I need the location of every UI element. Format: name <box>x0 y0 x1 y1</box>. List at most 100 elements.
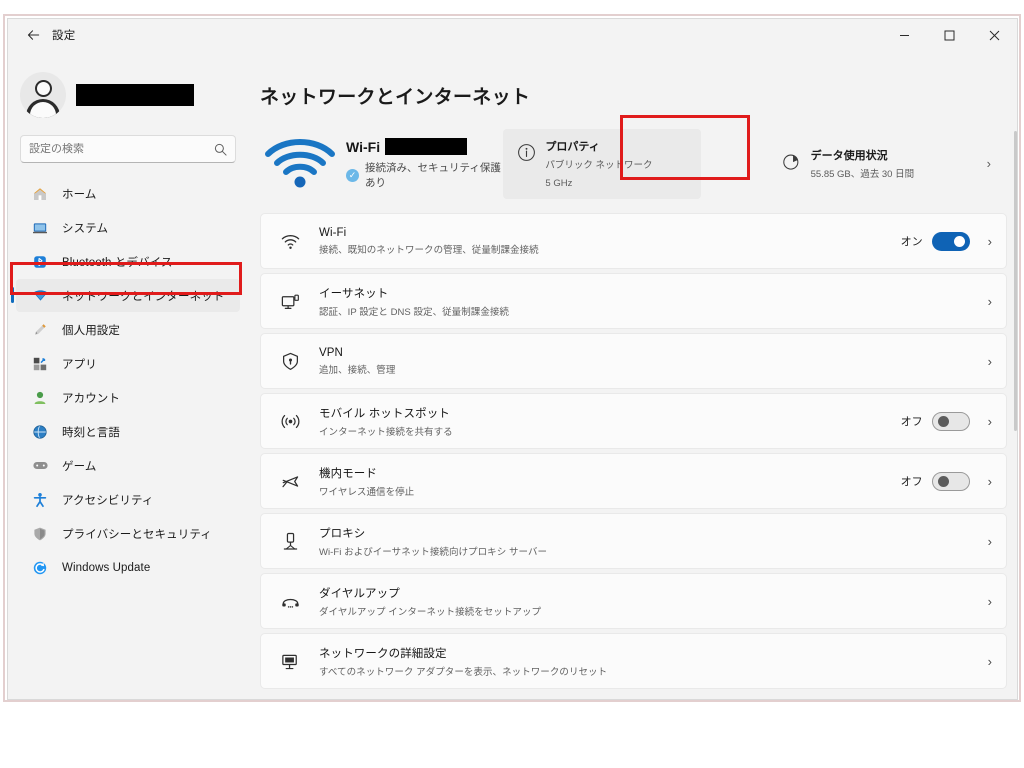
row-subtitle: Wi-Fi およびイーサネット接続向けプロキシ サーバー <box>319 544 970 558</box>
sidebar-item-label: アプリ <box>62 356 97 372</box>
windows-update-icon <box>30 558 50 578</box>
ethernet-icon <box>277 288 303 314</box>
row-subtitle: 追加、接続、管理 <box>319 362 970 376</box>
row-subtitle: インターネット接続を共有する <box>319 424 901 438</box>
wifi-icon <box>277 228 303 254</box>
bluetooth-icon <box>30 252 50 272</box>
settings-row-proxy[interactable]: プロキシ Wi-Fi およびイーサネット接続向けプロキシ サーバー › <box>260 513 1007 569</box>
settings-row-mobile-hotspot[interactable]: モバイル ホットスポット インターネット接続を共有する オフ › <box>260 393 1007 449</box>
sidebar-item-windows-update[interactable]: Windows Update <box>16 551 240 584</box>
chevron-right-icon: › <box>988 414 992 429</box>
search-icon <box>214 143 227 156</box>
row-title: 機内モード <box>319 465 901 481</box>
accessibility-icon <box>30 490 50 510</box>
maximize-icon <box>944 30 955 41</box>
dial-up-icon <box>277 588 303 614</box>
sidebar-item-label: プライバシーとセキュリティ <box>62 526 212 542</box>
data-usage-button[interactable]: データ使用状況 55.85 GB、過去 30 日間 › <box>769 138 1001 190</box>
sidebar-item-label: システム <box>62 220 108 236</box>
connection-status-text: 接続済み、セキュリティ保護あり <box>365 160 503 190</box>
back-arrow-icon <box>26 28 41 43</box>
settings-list: Wi-Fi 接続、既知のネットワークの管理、従量制課金接続 オン › <box>260 213 1007 689</box>
sidebar-item-accounts[interactable]: アカウント <box>16 381 240 414</box>
maximize-button[interactable] <box>927 19 972 51</box>
data-usage-title: データ使用状況 <box>811 150 888 162</box>
gaming-icon <box>30 456 50 476</box>
sidebar-item-label: 個人用設定 <box>62 322 120 338</box>
sidebar-item-system[interactable]: システム <box>16 211 240 244</box>
sidebar-item-apps[interactable]: アプリ <box>16 347 240 380</box>
properties-network-type: パブリック ネットワーク <box>545 160 652 171</box>
toggle-state-label: オフ <box>901 413 923 429</box>
close-button[interactable] <box>972 19 1017 51</box>
title-bar: 設定 <box>8 19 1017 51</box>
chevron-right-icon: › <box>988 654 992 669</box>
content-scrollbar[interactable] <box>1013 131 1018 691</box>
chevron-right-icon: › <box>988 354 992 369</box>
settings-row-dial-up[interactable]: ダイヤルアップ ダイヤルアップ インターネット接続をセットアップ › <box>260 573 1007 629</box>
sidebar-item-time-language[interactable]: 時刻と言語 <box>16 415 240 448</box>
scrollbar-thumb[interactable] <box>1014 131 1017 431</box>
sidebar-item-label: アカウント <box>62 390 120 406</box>
sidebar-item-label: ゲーム <box>62 458 96 474</box>
sidebar-item-label: アクセシビリティ <box>62 492 154 508</box>
privacy-shield-icon <box>30 524 50 544</box>
sidebar-item-home[interactable]: ホーム <box>16 177 240 210</box>
chevron-right-icon: › <box>988 474 992 489</box>
row-title: モバイル ホットスポット <box>319 405 901 421</box>
wifi-signal-icon <box>260 136 340 192</box>
mobile-hotspot-toggle[interactable] <box>932 412 970 431</box>
proxy-icon <box>277 528 303 554</box>
row-title: VPN <box>319 347 970 359</box>
settings-row-wifi[interactable]: Wi-Fi 接続、既知のネットワークの管理、従量制課金接続 オン › <box>260 213 1007 269</box>
advanced-network-icon <box>277 648 303 674</box>
screenshot-frame: 設定 <box>0 0 1024 768</box>
wifi-toggle[interactable] <box>932 232 970 251</box>
row-title: ネットワークの詳細設定 <box>319 645 970 661</box>
sidebar-item-accessibility[interactable]: アクセシビリティ <box>16 483 240 516</box>
settings-row-ethernet[interactable]: イーサネット 認証、IP 設定と DNS 設定、従量制課金接続 › <box>260 273 1007 329</box>
search-input[interactable] <box>29 143 214 155</box>
settings-row-airplane-mode[interactable]: 機内モード ワイヤレス通信を停止 オフ › <box>260 453 1007 509</box>
sidebar-item-label: ホーム <box>62 186 96 202</box>
chevron-right-icon: › <box>987 156 991 171</box>
sidebar-item-label: 時刻と言語 <box>62 424 120 440</box>
airplane-mode-icon <box>277 468 303 494</box>
row-subtitle: 認証、IP 設定と DNS 設定、従量制課金接続 <box>319 304 970 318</box>
account-icon <box>30 388 50 408</box>
properties-button[interactable]: プロパティ パブリック ネットワーク 5 GHz <box>503 129 700 199</box>
minimize-button[interactable] <box>882 19 927 51</box>
page-title: ネットワークとインターネット <box>260 82 1018 109</box>
sidebar-item-label: Bluetooth とデバイス <box>62 254 172 270</box>
properties-band: 5 GHz <box>545 178 572 189</box>
properties-title: プロパティ <box>545 141 599 153</box>
sidebar-item-personalization[interactable]: 個人用設定 <box>16 313 240 346</box>
row-subtitle: すべてのネットワーク アダプターを表示、ネットワークのリセット <box>319 664 970 678</box>
settings-row-advanced-network[interactable]: ネットワークの詳細設定 すべてのネットワーク アダプターを表示、ネットワークのリ… <box>260 633 1007 689</box>
personalization-icon <box>30 320 50 340</box>
connection-type-label: Wi-Fi <box>346 139 380 155</box>
window-controls <box>882 19 1017 51</box>
sidebar-item-bluetooth[interactable]: Bluetooth とデバイス <box>16 245 240 278</box>
search-box[interactable] <box>20 135 236 163</box>
row-title: ダイヤルアップ <box>319 585 970 601</box>
properties-subtitle: パブリック ネットワーク 5 GHz <box>545 160 652 189</box>
airplane-mode-toggle[interactable] <box>932 472 970 491</box>
close-icon <box>989 30 1000 41</box>
row-subtitle: ワイヤレス通信を停止 <box>319 484 901 498</box>
row-title: イーサネット <box>319 285 970 301</box>
sidebar-item-gaming[interactable]: ゲーム <box>16 449 240 482</box>
network-status-header: Wi-Fi ✓ 接続済み、セキュリティ保護あり <box>260 131 1018 197</box>
back-button[interactable] <box>18 22 48 48</box>
sidebar-item-label: ネットワークとインターネット <box>62 288 224 304</box>
info-circle-icon <box>513 139 539 165</box>
toggle-state-label: オン <box>901 233 923 249</box>
sidebar-item-network-internet[interactable]: ネットワークとインターネット <box>16 279 240 312</box>
settings-row-vpn[interactable]: VPN 追加、接続、管理 › <box>260 333 1007 389</box>
account-block[interactable] <box>8 51 248 121</box>
avatar <box>20 72 66 118</box>
sidebar-item-privacy-security[interactable]: プライバシーとセキュリティ <box>16 517 240 550</box>
apps-icon <box>30 354 50 374</box>
data-usage-subtitle: 55.85 GB、過去 30 日間 <box>811 169 914 180</box>
network-status-texts: Wi-Fi ✓ 接続済み、セキュリティ保護あり <box>346 138 503 190</box>
